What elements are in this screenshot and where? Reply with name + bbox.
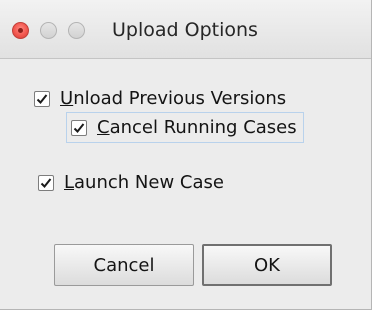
label-rest: nload Previous Versions: [73, 88, 287, 109]
title-bar[interactable]: Upload Options: [0, 0, 371, 59]
ok-button[interactable]: OK: [202, 244, 332, 286]
mnemonic-c: C: [97, 117, 110, 138]
cancel-running-cases-checkbox[interactable]: Cancel Running Cases: [66, 112, 304, 143]
checkbox-box[interactable]: [34, 90, 50, 107]
minimize-window-icon[interactable]: [40, 22, 57, 39]
label-rest: ancel Running Cases: [109, 117, 297, 138]
checkmark-icon: [40, 177, 52, 188]
mnemonic-u: U: [60, 88, 74, 109]
zoom-window-icon[interactable]: [68, 22, 85, 39]
checkmark-icon: [73, 122, 85, 133]
checkbox-box[interactable]: [71, 119, 87, 136]
cancel-running-cases-label: Cancel Running Cases: [97, 117, 297, 138]
unload-previous-versions-label: Unload Previous Versions: [60, 88, 286, 109]
mnemonic-l: L: [64, 172, 75, 193]
unload-previous-versions-checkbox[interactable]: Unload Previous Versions: [34, 88, 286, 109]
close-window-icon[interactable]: [12, 22, 29, 39]
checkbox-box[interactable]: [38, 174, 54, 191]
upload-options-dialog: Upload Options Unload Previous Versions …: [0, 0, 372, 310]
checkmark-icon: [36, 93, 48, 104]
label-rest: aunch New Case: [74, 172, 224, 193]
cancel-button[interactable]: Cancel: [54, 244, 194, 286]
launch-new-case-checkbox[interactable]: Launch New Case: [38, 172, 224, 193]
launch-new-case-label: Launch New Case: [64, 172, 224, 193]
window-title: Upload Options: [112, 19, 258, 41]
